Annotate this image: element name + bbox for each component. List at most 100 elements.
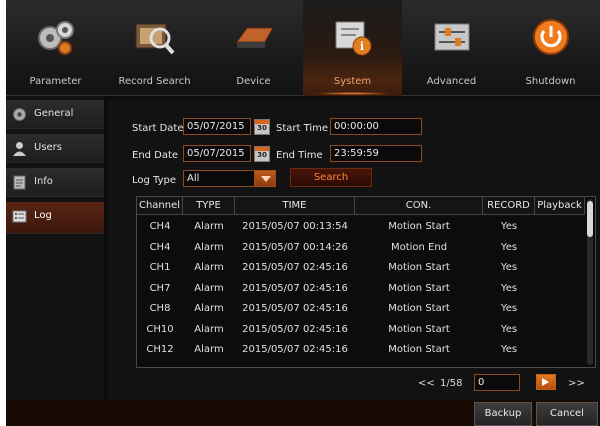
page-indicator: 1/58 [440, 378, 463, 389]
next-page-button[interactable]: >> [568, 378, 585, 389]
table-row[interactable]: CH4 Alarm 2015/05/07 00:14:26 Motion End Yes [137, 238, 585, 258]
table-cell: Motion Start [388, 323, 450, 335]
table-cell[interactable] [535, 279, 585, 299]
log-table: Channel TYPE TIME CON. RECORD Playback CH4 Ala… [136, 196, 596, 368]
svg-text:i: i [360, 40, 364, 53]
prev-page-button[interactable]: << [418, 378, 435, 389]
table-cell: Yes [500, 241, 518, 253]
toolbar-label: System [333, 76, 372, 87]
chevron-down-icon[interactable] [254, 170, 276, 187]
column-header: TYPE [183, 197, 235, 215]
table-cell: CH7 [149, 282, 171, 294]
toolbar-shutdown[interactable]: Shutdown [501, 0, 600, 96]
toolbar-parameter[interactable]: Parameter [6, 0, 105, 96]
sidebar-item-label: Log [34, 210, 52, 221]
table-cell: Alarm [194, 323, 224, 335]
sidebar-item-log[interactable]: Log [6, 202, 104, 234]
table-cell: Motion Start [388, 221, 450, 232]
table-cell: Yes [500, 303, 518, 314]
table-cell: Yes [500, 323, 518, 335]
table-cell: CH4 [149, 221, 171, 232]
table-scrollbar[interactable] [587, 199, 593, 365]
table-cell: Motion Start [388, 282, 450, 294]
table-cell: Alarm [194, 303, 224, 314]
table-cell: Yes [500, 282, 518, 294]
sidebar-item-users[interactable]: Users [6, 134, 104, 163]
table-row[interactable]: CH8 Alarm 2015/05/07 02:45:16 Motion Start Y… [137, 299, 585, 319]
system-info-icon: i [335, 21, 372, 56]
toolbar-device[interactable]: Device [204, 0, 303, 96]
toolbar-system[interactable]: i System [303, 0, 402, 96]
end-date-field[interactable]: 05/07/2015 [183, 145, 251, 162]
scrollbar-thumb[interactable] [587, 201, 593, 237]
start-date-field[interactable]: 05/07/2015 [183, 118, 251, 135]
calendar-icon-day: 30 [257, 151, 267, 159]
table-cell: CH8 [149, 303, 171, 314]
sliders-icon [434, 23, 470, 51]
end-date-label: End Date [132, 150, 179, 161]
toolbar-label: Shutdown [525, 76, 576, 87]
table-cell: 2015/05/07 02:45:16 [242, 323, 348, 335]
column-header: CON. [355, 197, 483, 215]
calendar-icon[interactable]: 30 [254, 146, 270, 162]
start-time-label: Start Time [276, 123, 329, 134]
search-button[interactable]: Search [290, 168, 372, 187]
toolbar-label: Parameter [29, 76, 82, 87]
table-cell: Alarm [194, 262, 224, 273]
table-cell: 2015/05/07 02:45:16 [242, 303, 348, 314]
backup-button[interactable]: Backup [474, 402, 532, 426]
table-cell[interactable] [535, 238, 585, 258]
table-row[interactable]: CH1 Alarm 2015/05/07 02:45:16 Motion Start Y… [137, 258, 585, 278]
table-cell: 2015/05/07 02:45:16 [242, 262, 348, 273]
table-row[interactable]: CH7 Alarm 2015/05/07 02:45:16 Motion Start Y… [137, 279, 585, 299]
arrow-right-icon[interactable] [536, 374, 556, 390]
log-list-icon [12, 210, 27, 223]
dvr-window: Parameter Record Search Device i System … [6, 0, 600, 426]
main-toolbar: Parameter Record Search Device i System … [6, 0, 600, 96]
end-time-field[interactable]: 23:59:59 [330, 145, 422, 162]
table-cell: Alarm [194, 282, 224, 294]
toolbar-label: Advanced [426, 76, 477, 87]
info-document-icon [13, 175, 26, 190]
sidebar-item-general[interactable]: General [6, 100, 104, 129]
log-type-select[interactable]: All [183, 170, 255, 187]
table-row[interactable]: CH12 Alarm 2015/05/07 02:45:16 Motion Start… [137, 340, 585, 360]
start-date-label: Start Date [132, 123, 184, 134]
table-cell: Motion Start [388, 262, 450, 273]
sidebar: General Users Info Log [6, 96, 104, 426]
calendar-icon[interactable]: 30 [254, 119, 270, 135]
table-cell: 2015/05/07 00:13:54 [242, 221, 348, 232]
table-cell: CH12 [146, 344, 174, 355]
hard-drive-icon [236, 27, 274, 48]
sidebar-item-info[interactable]: Info [6, 168, 104, 197]
table-cell[interactable] [535, 320, 585, 340]
table-cell: CH1 [149, 262, 171, 273]
goto-page-field[interactable]: 0 [474, 374, 520, 391]
table-cell[interactable] [535, 299, 585, 319]
table-cell: Alarm [194, 344, 224, 355]
toolbar-record-search[interactable]: Record Search [105, 0, 204, 96]
table-cell[interactable] [535, 340, 585, 360]
table-row[interactable]: CH4 Alarm 2015/05/07 00:13:54 Motion Start Y… [137, 217, 585, 237]
gears-icon [38, 21, 74, 55]
table-cell: 2015/05/07 02:45:16 [242, 344, 348, 355]
end-time-label: End Time [276, 150, 323, 161]
table-cell: 2015/05/07 02:45:16 [242, 282, 348, 294]
cancel-button[interactable]: Cancel [536, 402, 598, 426]
start-time-field[interactable]: 00:00:00 [330, 118, 422, 135]
column-header: TIME [235, 197, 355, 215]
magnifier-film-icon [135, 23, 175, 55]
column-header: Playback [535, 197, 585, 215]
table-cell[interactable] [535, 258, 585, 278]
table-cell: Motion Start [388, 344, 450, 355]
table-cell: Alarm [194, 241, 224, 253]
table-cell[interactable] [535, 217, 585, 237]
sidebar-item-label: Users [34, 142, 63, 153]
power-icon [533, 19, 569, 55]
table-cell: CH10 [146, 323, 174, 335]
toolbar-label: Device [236, 76, 271, 87]
table-row[interactable]: CH10 Alarm 2015/05/07 02:45:16 Motion Start… [137, 320, 585, 340]
table-cell: Yes [500, 344, 518, 355]
user-icon [13, 142, 26, 156]
toolbar-advanced[interactable]: Advanced [402, 0, 501, 96]
